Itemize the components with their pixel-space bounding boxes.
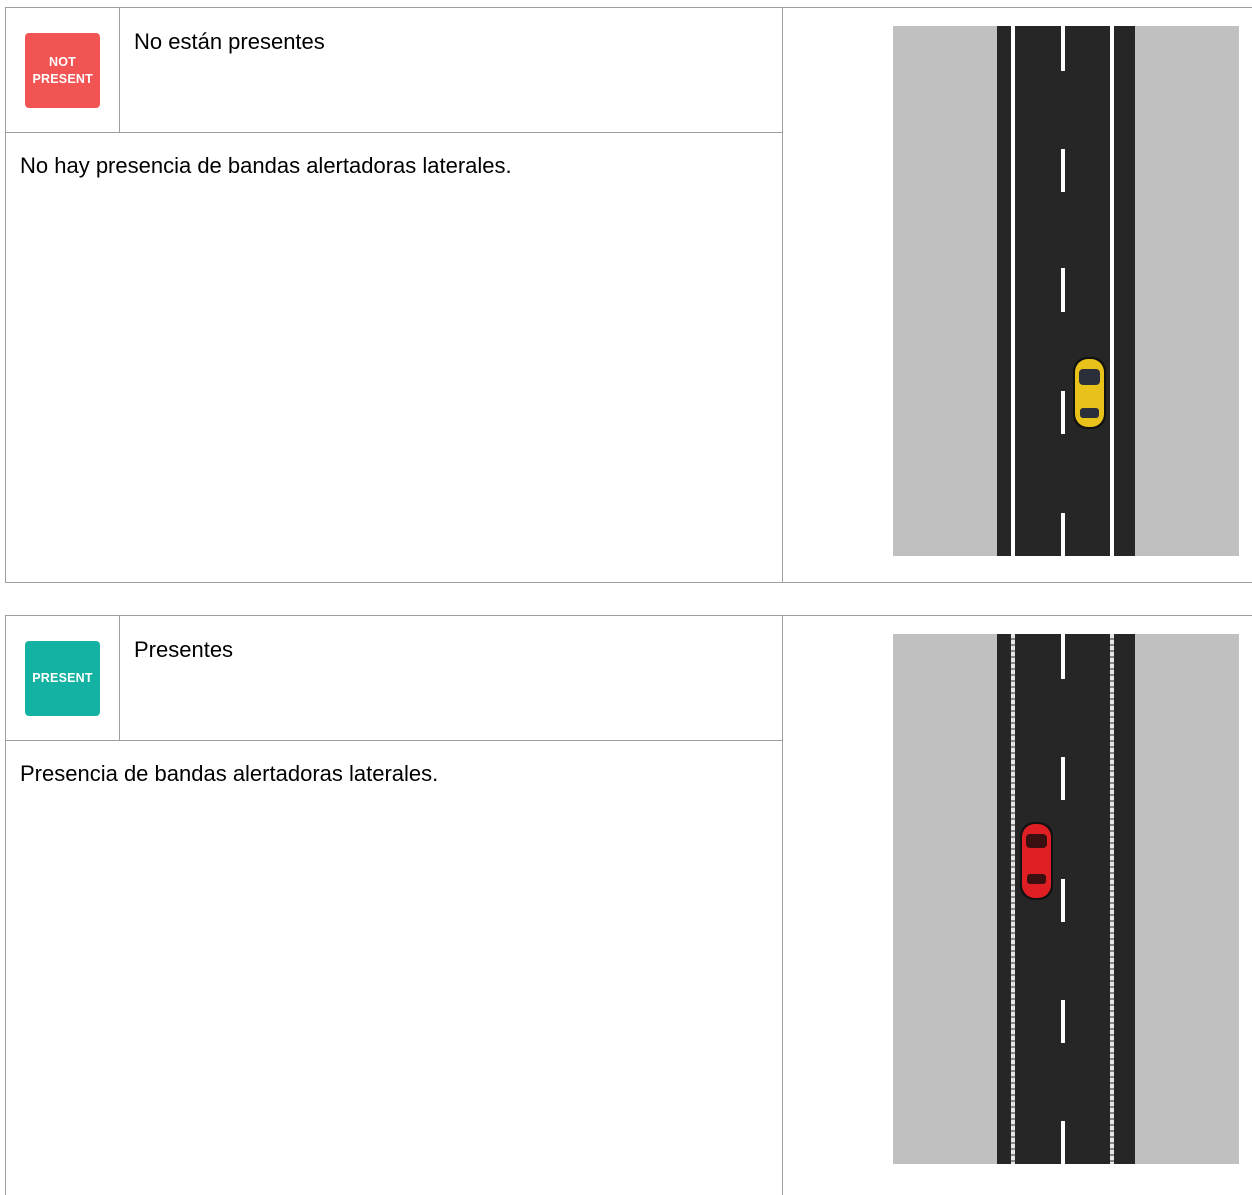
section-description: No hay presencia de bandas alertadoras l… <box>20 153 512 178</box>
yellow-car-icon <box>1073 357 1106 429</box>
section-description: Presencia de bandas alertadoras laterale… <box>20 761 439 786</box>
badge-cell: NOT PRESENT <box>6 8 120 132</box>
road-diagram-no-rumble-strips <box>893 26 1239 556</box>
section-present: PRESENT Presentes Presencia de bandas al… <box>5 615 1252 1195</box>
info-column: NOT PRESENT No están presentes No hay pr… <box>6 8 783 582</box>
present-badge-icon: PRESENT <box>25 641 100 716</box>
badge-text: PRESENT <box>32 671 93 685</box>
badge-cell: PRESENT <box>6 616 120 740</box>
section-title: Presentes <box>134 637 234 662</box>
not-present-badge-icon: NOT PRESENT <box>25 33 100 108</box>
badge-text: NOT PRESENT <box>32 54 93 86</box>
red-car-icon <box>1020 822 1053 900</box>
section-title: No están presentes <box>134 29 325 54</box>
section-not-present: NOT PRESENT No están presentes No hay pr… <box>5 7 1252 583</box>
info-column: PRESENT Presentes Presencia de bandas al… <box>6 616 783 1195</box>
section-header: NOT PRESENT No están presentes <box>6 8 782 133</box>
road-diagram-with-rumble-strips <box>893 634 1239 1164</box>
section-header: PRESENT Presentes <box>6 616 782 741</box>
